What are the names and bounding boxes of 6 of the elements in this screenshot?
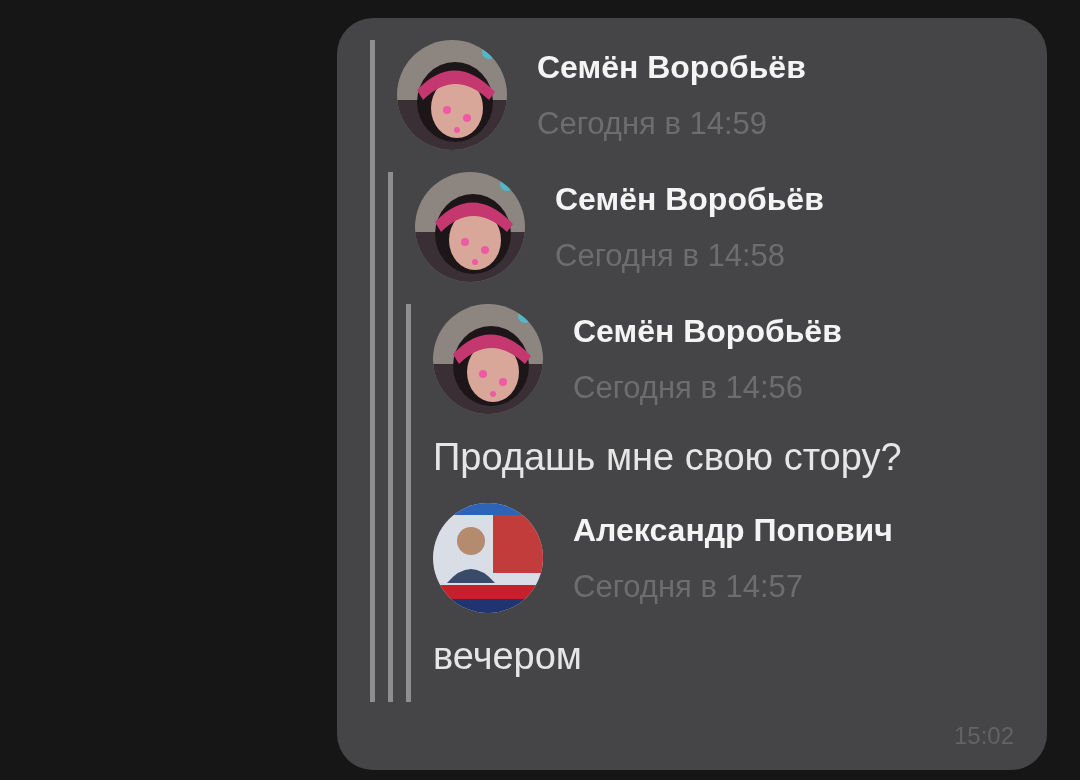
sender-name[interactable]: Семён Воробьёв (537, 48, 806, 86)
sender-name[interactable]: Семён Воробьёв (573, 312, 842, 350)
sender-name[interactable]: Александр Попович (573, 511, 893, 549)
message-text: Продашь мне свою стору? (433, 436, 903, 479)
sender-name[interactable]: Семён Воробьёв (555, 180, 824, 218)
message-text: вечером (433, 635, 583, 678)
